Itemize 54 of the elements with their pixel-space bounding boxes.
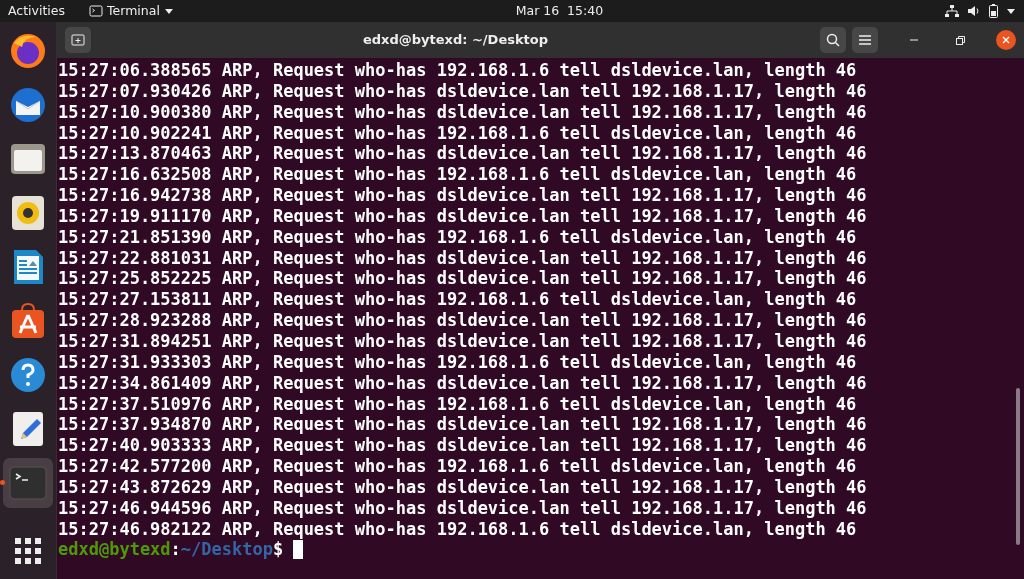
caret-icon [1006,6,1016,16]
scrollbar[interactable] [1016,388,1020,545]
output-line: 15:27:37.510976 ARP, Request who-has 192.168.1.6 tell dsldevice.lan, length 46 [58,393,857,415]
prompt-symbol: $ [272,539,284,561]
caret-icon [163,6,174,16]
menu-button[interactable] [852,27,878,53]
status-menu[interactable] [945,4,1016,18]
restore-icon [955,35,965,45]
output-line: 15:27:27.153811 ARP, Request who-has 192.168.1.6 tell dsldevice.lan, length 46 [58,289,857,311]
output-line: 15:27:06.388565 ARP, Request who-has 192.168.1.6 tell dsldevice.lan, length 46 [58,60,857,81]
close-button[interactable] [996,30,1016,50]
output-line: 15:27:16.632508 ARP, Request who-has 192.168.1.6 tell dsldevice.lan, length 46 [58,164,857,186]
window-title: edxd@bytexd: ~/Desktop [362,31,549,50]
output-line: 15:27:40.903333 ARP, Request who-has dsldevice.lan tell 192.168.1.17, length 46 [58,435,867,457]
output-line: 15:27:22.881031 ARP, Request who-has dsldevice.lan tell 192.168.1.17, length 46 [58,247,867,269]
battery-icon [989,4,998,18]
output-line: 15:27:42.577200 ARP, Request who-has 192.168.1.6 tell dsldevice.lan, length 46 [58,456,857,477]
prompt-path: ~/Desktop [180,539,273,561]
output-line: 15:27:13.870463 ARP, Request who-has dsldevice.lan tell 192.168.1.17, length 46 [58,143,867,165]
envelope-icon [8,85,48,125]
activities-button[interactable]: Activities [8,0,66,22]
new-tab-icon [71,34,85,46]
prompt-user: edxd@bytexd [58,539,171,561]
output-line: 15:27:34.861409 ARP, Request who-has dsldevice.lan tell 192.168.1.17, length 46 [58,372,867,394]
firefox-icon [8,31,48,71]
output-line: 15:27:10.900380 ARP, Request who-has dsldevice.lan tell 192.168.1.17, length 46 [58,101,867,123]
output-line: 15:27:31.894251 ARP, Request who-has dsldevice.lan tell 192.168.1.17, length 46 [58,330,867,352]
terminal-icon [8,463,48,503]
output-line: 15:27:46.944596 ARP, Request who-has dsldevice.lan tell 192.168.1.17, length 46 [58,497,867,519]
clock[interactable]: Mar 16 15:40 [515,0,604,22]
output-line: 15:27:19.911170 ARP, Request who-has dsldevice.lan tell 192.168.1.17, length 46 [58,205,867,227]
output-line: 15:27:25.852225 ARP, Request who-has dsldevice.lan tell 192.168.1.17, length 46 [58,268,867,290]
prompt-symbol: : [170,539,181,561]
speaker-icon [967,5,981,17]
search-button[interactable] [820,27,846,53]
output-line: 15:27:10.902241 ARP, Request who-has 192.168.1.6 tell dsldevice.lan, length 46 [58,122,857,144]
close-icon [1002,36,1010,44]
new-tab-button[interactable] [65,27,91,53]
search-icon [826,33,840,47]
minimize-icon [910,39,918,41]
output-line: 15:27:28.923288 ARP, Request who-has dsldevice.lan tell 192.168.1.17, length 46 [58,310,867,331]
terminal-icon [89,5,104,17]
menu-icon [859,35,871,45]
help-icon [8,355,48,395]
output-line: 15:27:07.930426 ARP, Request who-has dsldevice.lan tell 192.168.1.17, length 46 [58,80,867,102]
cursor [293,540,304,560]
output-line: 15:27:43.872629 ARP, Request who-has dsldevice.lan tell 192.168.1.17, length 46 [58,476,867,498]
output-line: 15:27:16.942738 ARP, Request who-has dsldevice.lan tell 192.168.1.17, length 46 [58,185,867,206]
output-line: 15:27:31.933303 ARP, Request who-has 192.168.1.6 tell dsldevice.lan, length 46 [58,351,857,373]
output-line: 15:27:21.851390 ARP, Request who-has 192.168.1.6 tell dsldevice.lan, length 46 [58,226,857,248]
app-menu[interactable]: Terminal [89,0,174,22]
network-icon [945,5,959,17]
output-line: 15:27:37.934870 ARP, Request who-has dsldevice.lan tell 192.168.1.17, length 46 [58,414,867,436]
output-line: 15:27:46.982122 ARP, Request who-has 192.168.1.6 tell dsldevice.lan, length 46 [58,518,857,540]
